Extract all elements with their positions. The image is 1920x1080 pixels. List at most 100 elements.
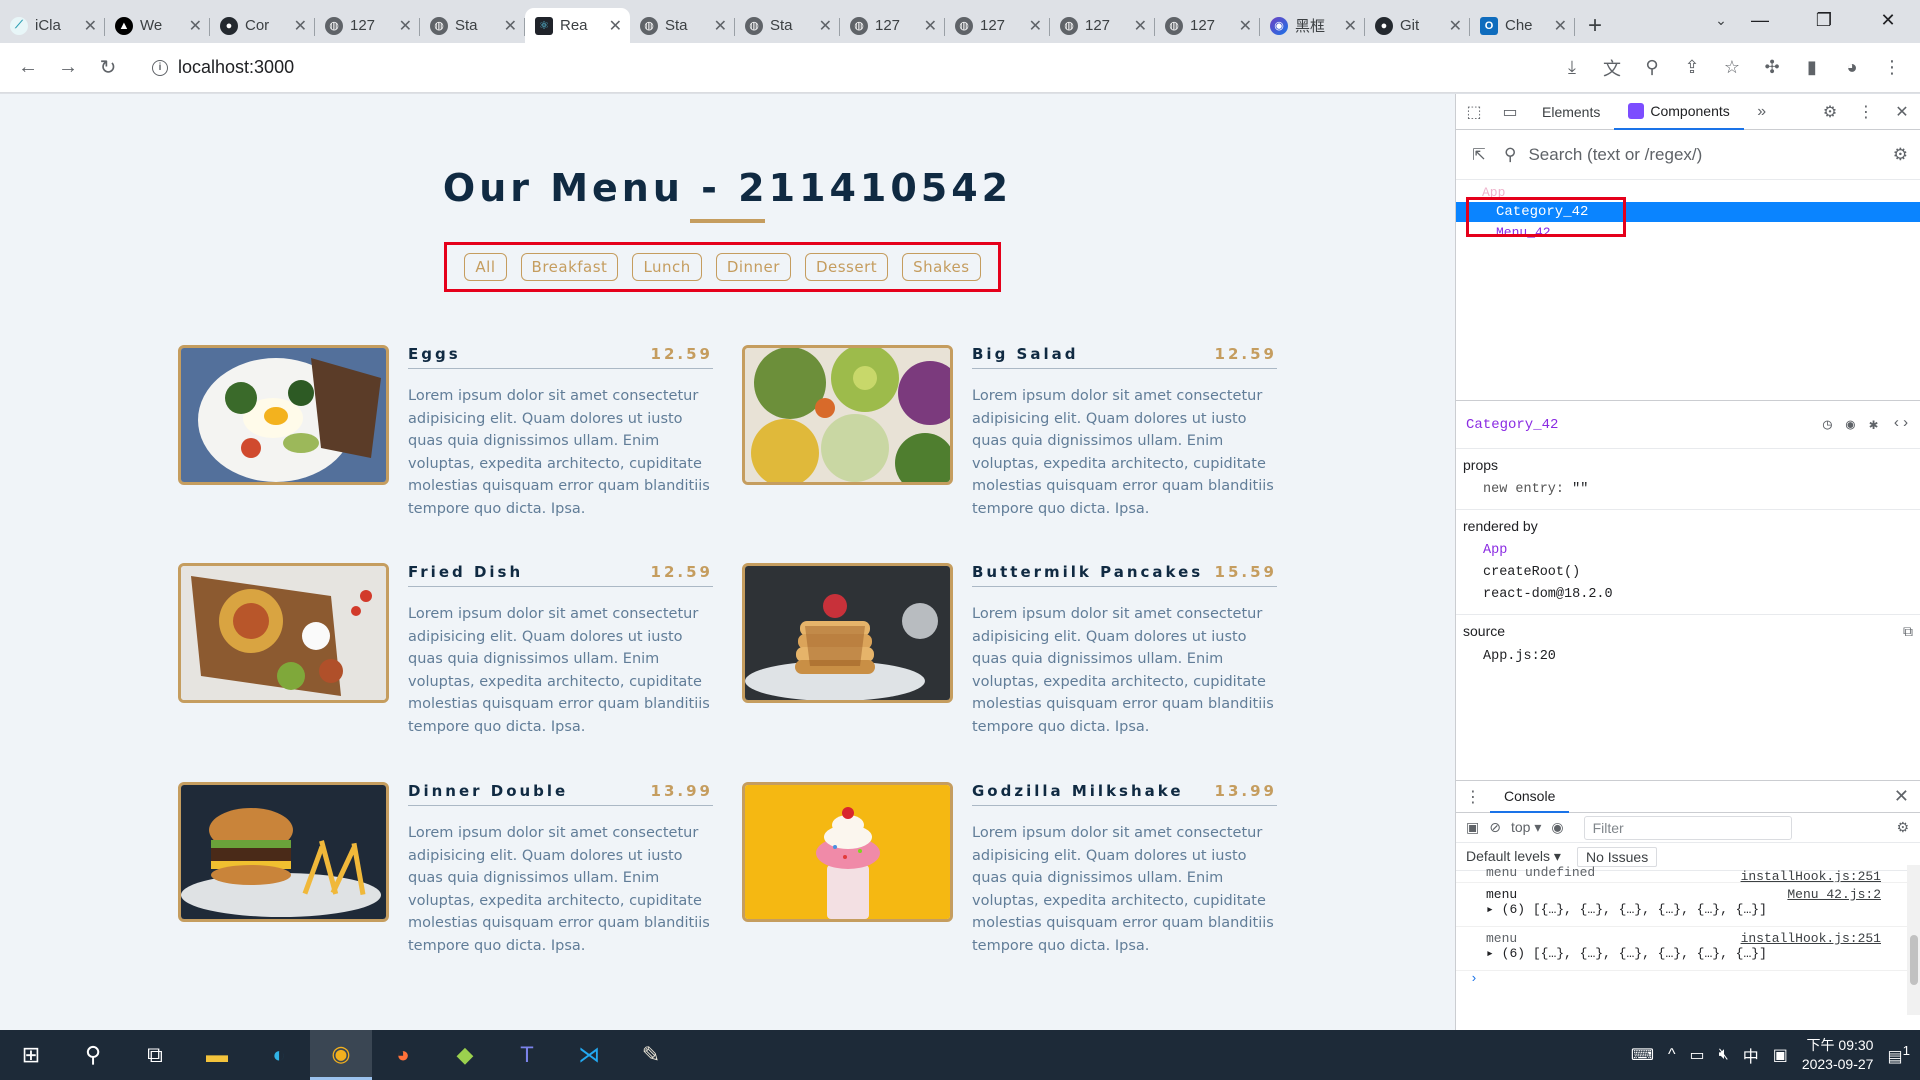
settings-gear-icon[interactable]: ⚙ — [1893, 145, 1908, 165]
side-panel-icon[interactable]: ▮ — [1794, 50, 1830, 86]
network-icon[interactable]: ▭ — [1689, 1045, 1704, 1065]
task-view-icon[interactable]: ⧉ — [124, 1030, 186, 1080]
category-button-dinner[interactable]: Dinner — [715, 253, 791, 281]
log-levels-dropdown[interactable]: Default levels ▾ — [1466, 848, 1561, 865]
close-devtools-icon[interactable]: ✕ — [1884, 94, 1920, 130]
reload-icon[interactable]: ↻ — [88, 48, 128, 88]
more-options-icon[interactable]: ⋮ — [1848, 94, 1884, 130]
category-button-all[interactable]: All — [464, 253, 507, 281]
bug-icon[interactable]: ✱ — [1869, 415, 1878, 434]
tab-elements[interactable]: Elements — [1528, 94, 1614, 130]
browser-tab[interactable]: ● Cor ✕ — [210, 8, 315, 43]
close-icon[interactable]: ✕ — [504, 16, 517, 36]
browser-tab[interactable]: ◍ 127 ✕ — [315, 8, 420, 43]
browser-tab[interactable]: ⟋ iCla ✕ — [0, 8, 105, 43]
drawer-menu-icon[interactable]: ⋮ — [1456, 787, 1490, 807]
log-source-link[interactable]: Menu_42.js:2 — [1787, 887, 1881, 902]
log-array-value[interactable]: ▸ (6) [{…}, {…}, {…}, {…}, {…}, {…}] — [1486, 946, 1891, 961]
source-location[interactable]: App.js:20 — [1463, 646, 1913, 668]
category-button-dessert[interactable]: Dessert — [804, 253, 889, 281]
close-icon[interactable]: ✕ — [189, 16, 202, 36]
close-icon[interactable]: ✕ — [1029, 16, 1042, 36]
category-button-shakes[interactable]: Shakes — [902, 253, 981, 281]
zoom-icon[interactable]: ⚲ — [1634, 50, 1670, 86]
settings-gear-icon[interactable]: ⚙ — [1896, 819, 1909, 836]
more-tabs-icon[interactable]: » — [1744, 94, 1780, 130]
browser-tab[interactable]: ● Git ✕ — [1365, 8, 1470, 43]
close-icon[interactable]: ✕ — [1449, 16, 1462, 36]
maximize-icon[interactable]: ❐ — [1792, 0, 1856, 40]
category-button-breakfast[interactable]: Breakfast — [520, 253, 619, 281]
volume-icon[interactable]: 🔇︎ — [1719, 1046, 1729, 1064]
close-icon[interactable]: ✕ — [1554, 16, 1567, 36]
new-tab-button[interactable]: + — [1575, 8, 1615, 43]
close-icon[interactable]: ✕ — [609, 16, 622, 36]
scrollbar-thumb[interactable] — [1910, 935, 1918, 985]
console-filter-input[interactable]: Filter — [1583, 815, 1792, 840]
timer-icon[interactable]: ◷ — [1823, 415, 1832, 434]
sourcetree-icon[interactable]: ◆ — [434, 1030, 496, 1080]
ime-indicator[interactable]: 中 — [1743, 1043, 1759, 1067]
browser-tab[interactable]: ◍ 127 ✕ — [1155, 8, 1260, 43]
rendered-by-item[interactable]: App — [1463, 540, 1913, 562]
context-select[interactable]: top ▾ — [1511, 819, 1541, 836]
keyboard-icon[interactable]: ⌨ — [1631, 1045, 1654, 1065]
search-icon[interactable]: ⚲ — [62, 1030, 124, 1080]
copy-icon[interactable]: ⧉ — [1903, 623, 1913, 640]
forward-arrow-icon[interactable]: → — [48, 48, 88, 88]
close-icon[interactable]: ✕ — [1344, 16, 1357, 36]
clear-console-icon[interactable]: ⊘ — [1489, 819, 1501, 836]
close-icon[interactable]: ✕ — [819, 16, 832, 36]
select-element-icon[interactable]: ⇱ — [1466, 142, 1492, 168]
bookmark-star-icon[interactable]: ☆ — [1714, 50, 1750, 86]
log-source-link[interactable]: installHook.js:251 — [1741, 931, 1881, 946]
ime-mode-icon[interactable]: ▣ — [1773, 1045, 1788, 1065]
file-explorer-icon[interactable]: ▬ — [186, 1030, 248, 1080]
console-scrollbar[interactable] — [1907, 865, 1920, 1015]
close-drawer-icon[interactable]: ✕ — [1894, 786, 1909, 807]
issues-button[interactable]: No Issues — [1576, 846, 1658, 867]
tab-console[interactable]: Console — [1490, 781, 1570, 813]
more-menu-icon[interactable]: ⋮ — [1874, 50, 1910, 86]
close-icon[interactable]: ✕ — [294, 16, 307, 36]
category-button-lunch[interactable]: Lunch — [632, 253, 702, 281]
close-icon[interactable]: ✕ — [714, 16, 727, 36]
chrome-icon[interactable]: ◉ — [310, 1030, 372, 1080]
minimize-icon[interactable]: — — [1728, 0, 1792, 40]
browser-tab[interactable]: O Che ✕ — [1470, 8, 1575, 43]
console-prompt[interactable]: › — [1456, 971, 1920, 991]
back-arrow-icon[interactable]: ← — [8, 48, 48, 88]
component-search-input[interactable]: Search (text or /regex/) — [1528, 145, 1702, 165]
close-icon[interactable]: ✕ — [399, 16, 412, 36]
teams-icon[interactable]: T — [496, 1030, 558, 1080]
close-icon[interactable]: ✕ — [924, 16, 937, 36]
address-bar[interactable]: i localhost:3000 — [138, 49, 1528, 86]
clock[interactable]: 下午 09:30 2023-09-27 — [1802, 1036, 1874, 1074]
browser-tab[interactable]: ◉ 黑框 ✕ — [1260, 8, 1365, 43]
edge-icon[interactable]: ◐ — [248, 1030, 310, 1080]
browser-tab[interactable]: ◍ 127 ✕ — [840, 8, 945, 43]
close-icon[interactable]: ✕ — [1239, 16, 1252, 36]
vscode-icon[interactable]: ⋊ — [558, 1030, 620, 1080]
site-info-icon[interactable]: i — [152, 59, 168, 76]
close-icon[interactable]: ✕ — [1134, 16, 1147, 36]
log-source-link[interactable]: installHook.js:251 — [1741, 869, 1881, 882]
firefox-icon[interactable]: ◕ — [372, 1030, 434, 1080]
tab-components[interactable]: Components — [1614, 94, 1744, 130]
code-icon[interactable]: ‹› — [1892, 415, 1910, 434]
browser-tab[interactable]: ◍ Sta ✕ — [630, 8, 735, 43]
sidebar-toggle-icon[interactable]: ▣ — [1466, 819, 1479, 836]
device-toolbar-icon[interactable]: ▭ — [1492, 94, 1528, 130]
browser-tab[interactable]: ◍ 127 ✕ — [945, 8, 1050, 43]
settings-gear-icon[interactable]: ⚙ — [1812, 94, 1848, 130]
live-expression-eye-icon[interactable]: ◉ — [1551, 819, 1563, 836]
inspect-element-icon[interactable]: ⬚ — [1456, 94, 1492, 130]
chevron-up-icon[interactable]: ^ — [1668, 1046, 1676, 1064]
translate-icon[interactable]: 文 — [1594, 50, 1630, 86]
close-icon[interactable]: ✕ — [84, 16, 97, 36]
extensions-puzzle-icon[interactable]: ✣ — [1754, 50, 1790, 86]
notification-icon[interactable]: ▤1 — [1887, 1043, 1910, 1066]
install-app-icon[interactable]: ⤓ — [1554, 50, 1590, 86]
profile-avatar-icon[interactable]: ◕ — [1834, 50, 1870, 86]
eye-icon[interactable]: ◉ — [1846, 415, 1855, 434]
